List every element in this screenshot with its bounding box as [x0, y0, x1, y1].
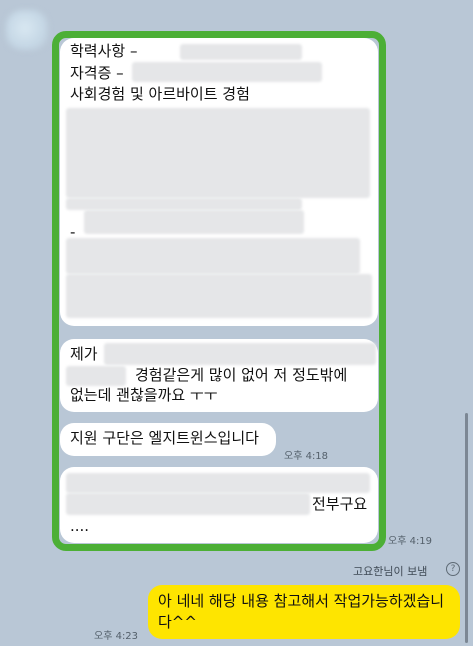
message-time: 오후 4:18 [284, 451, 329, 462]
message-bubble-team[interactable]: 지원 구단은 엘지트윈스입니다 [60, 423, 276, 456]
my-message-bubble[interactable]: 아 네네 해당 내용 참고해서 작업가능하겠습니 다^^ [148, 585, 460, 639]
chat-screen: 학력사항 – 자격증 – 사회경험 및 아르바이트 경험 - 제가 경험같은게 … [0, 0, 473, 646]
redacted-block [132, 62, 322, 82]
message-line: .... [70, 517, 90, 535]
redacted-block [66, 274, 372, 318]
my-message-line: 아 네네 해당 내용 참고해서 작업가능하겠습니 [158, 592, 445, 610]
sender-avatar[interactable] [6, 10, 48, 50]
redacted-block [66, 366, 126, 386]
message-time: 오후 4:19 [388, 536, 433, 547]
message-line-experience: 사회경험 및 아르바이트 경험 [70, 85, 250, 103]
message-line: 지원 구단은 엘지트윈스입니다 [70, 429, 259, 447]
message-line: 경험같은게 많이 없어 저 정도밖에 [135, 366, 348, 384]
redacted-block [180, 44, 302, 60]
help-icon[interactable]: ? [446, 562, 460, 576]
redacted-block [66, 493, 310, 515]
my-message-line: 다^^ [158, 613, 197, 631]
message-bubble-all[interactable]: 전부구요 .... [60, 467, 378, 543]
message-bubble-question[interactable]: 제가 경험같은게 많이 없어 저 정도밖에 없는데 괜찮을까요 ㅜㅜ [60, 339, 378, 412]
redacted-block [84, 210, 304, 234]
message-line: 전부구요 [312, 495, 368, 513]
message-line: 제가 [70, 345, 98, 363]
redacted-block [66, 473, 370, 493]
message-line-certificate: 자격증 – [70, 64, 124, 82]
redacted-block [104, 343, 376, 365]
redacted-block [66, 198, 302, 210]
message-line-education: 학력사항 – [70, 42, 138, 60]
message-bubble-resume[interactable]: 학력사항 – 자격증 – 사회경험 및 아르바이트 경험 - [60, 38, 378, 326]
message-line: 없는데 괜찮을까요 ㅜㅜ [70, 386, 218, 404]
sender-status-label: 고요한님이 보냄 [353, 565, 428, 578]
redacted-block [66, 108, 370, 198]
scrollbar[interactable] [465, 413, 468, 643]
my-message-time: 오후 4:23 [94, 631, 139, 642]
redacted-block [66, 238, 360, 274]
